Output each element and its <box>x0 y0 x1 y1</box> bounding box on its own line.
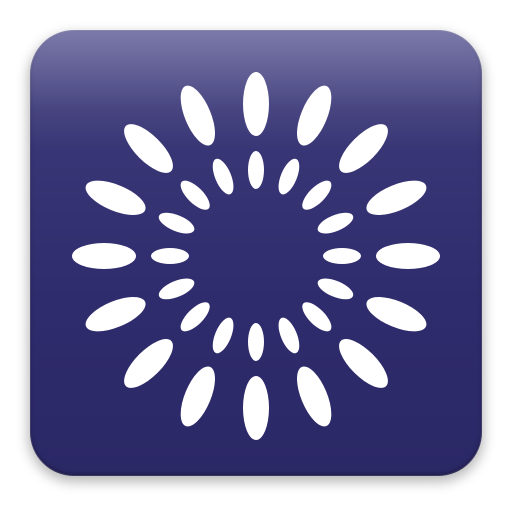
inner-petal <box>317 278 354 300</box>
outer-petal <box>297 366 332 427</box>
icon-stage <box>0 0 512 512</box>
inner-petal <box>151 248 189 264</box>
outer-petal <box>339 124 388 173</box>
inner-petal <box>180 180 210 210</box>
outer-petal <box>124 124 173 173</box>
outer-petal <box>180 85 215 146</box>
outer-petal <box>180 366 215 427</box>
inner-petal <box>302 180 332 210</box>
outer-petal <box>124 339 173 388</box>
outer-petal <box>243 376 269 440</box>
inner-petal <box>180 302 210 332</box>
outer-petal <box>366 180 427 215</box>
inner-petal <box>212 317 234 354</box>
inner-petal <box>248 151 264 189</box>
outer-petal <box>85 180 146 215</box>
outer-petal <box>366 297 427 332</box>
inner-petal <box>317 212 354 234</box>
outer-petal <box>297 85 332 146</box>
outer-petal <box>85 297 146 332</box>
outer-petal <box>376 243 440 269</box>
inner-petal <box>278 317 300 354</box>
inner-petal <box>323 248 361 264</box>
inner-petal <box>158 278 195 300</box>
outer-petal <box>243 72 269 136</box>
outer-petal <box>72 243 136 269</box>
outer-petal <box>339 339 388 388</box>
inner-petal <box>158 212 195 234</box>
starburst-icon <box>72 72 440 440</box>
inner-petal <box>248 323 264 361</box>
inner-petal <box>278 158 300 195</box>
inner-petal <box>302 302 332 332</box>
inner-petal <box>212 158 234 195</box>
